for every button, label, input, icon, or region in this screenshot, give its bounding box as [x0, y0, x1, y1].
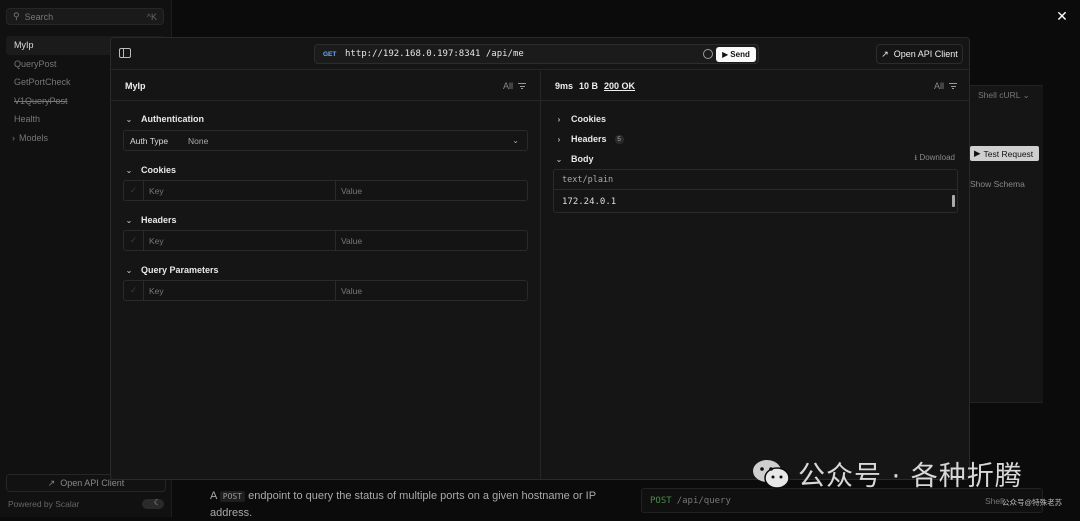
response-filter[interactable]: All	[934, 81, 957, 91]
modal-topbar: GET http://192.168.0.197:8341 /api/me ▶ S…	[111, 38, 969, 70]
search-shortcut: ^K	[146, 11, 157, 22]
chevron-down-icon: ⌄	[512, 136, 519, 145]
scrollbar[interactable]	[952, 195, 955, 207]
test-request-button[interactable]: ▶ Test Request	[970, 146, 1039, 161]
download-button[interactable]: ⭳ Download	[914, 152, 955, 166]
header-value-input[interactable]: Value	[336, 236, 527, 246]
endpoint-description: A POST endpoint to query the status of m…	[210, 490, 596, 519]
filter-icon	[949, 82, 957, 89]
chevron-right-icon: ›	[12, 132, 15, 143]
request-header: MyIp All	[111, 71, 540, 101]
play-icon: ▶	[722, 50, 729, 59]
search-icon: ⚲	[13, 11, 20, 21]
chevron-down-icon: ⌄	[1022, 90, 1030, 100]
chevron-down-icon: ⌄	[125, 265, 133, 275]
header-key-input[interactable]: Key	[144, 231, 336, 250]
chevron-down-icon: ⌄	[555, 154, 563, 164]
response-size: 10 B	[579, 80, 599, 91]
search-box[interactable]: ⚲ Search ^K	[6, 8, 164, 25]
check-icon[interactable]: ✓	[124, 181, 144, 200]
response-cookies-section[interactable]: › Cookies	[541, 112, 969, 126]
url-bar[interactable]: GET http://192.168.0.197:8341 /api/me ▶ S…	[314, 44, 759, 64]
download-icon: ⭳	[914, 153, 918, 162]
query-parameters-section[interactable]: ⌄ Query Parameters	[111, 263, 540, 277]
watermark-sub: 公众号@特殊老苏	[1002, 498, 1063, 507]
arrow-up-right-icon: ↗	[881, 48, 889, 59]
request-title: MyIp	[125, 80, 146, 91]
response-time: 9ms	[555, 80, 574, 91]
headers-section[interactable]: ⌄ Headers	[111, 213, 540, 227]
api-client-modal: GET http://192.168.0.197:8341 /api/me ▶ S…	[110, 37, 970, 480]
request-panel: MyIp All ⌄ Authentication Auth Type None …	[111, 71, 541, 479]
auth-type-select[interactable]: Auth Type None ⌄	[123, 130, 528, 151]
response-body-section[interactable]: ⌄ Body ⭳ Download	[541, 152, 969, 166]
chevron-down-icon: ⌄	[125, 165, 133, 175]
background-code-panel	[970, 85, 1043, 403]
wechat-logo-icon	[752, 459, 790, 489]
chevron-down-icon: ⌄	[125, 215, 133, 225]
response-body-content: 172.24.0.1	[554, 190, 957, 213]
send-button[interactable]: ▶ Send	[716, 47, 756, 62]
powered-by: Powered by Scalar	[8, 499, 80, 509]
sidebar-toggle-icon[interactable]	[119, 48, 131, 58]
authentication-section[interactable]: ⌄ Authentication	[111, 112, 540, 126]
chevron-right-icon: ›	[557, 134, 561, 144]
shell-curl-select[interactable]: Shell cURL ⌄	[978, 90, 1030, 101]
theme-toggle[interactable]	[142, 498, 164, 509]
cookies-section[interactable]: ⌄ Cookies	[111, 163, 540, 177]
request-filter[interactable]: All	[503, 81, 526, 91]
http-method[interactable]: GET	[323, 51, 345, 58]
chevron-down-icon: ⌄	[125, 114, 133, 124]
filter-icon	[518, 82, 526, 89]
header-row: ✓ Key Value	[123, 230, 528, 251]
history-icon[interactable]	[703, 49, 713, 59]
query-row: ✓ Key Value	[123, 280, 528, 301]
query-key-input[interactable]: Key	[144, 281, 336, 300]
search-label: Search	[24, 11, 54, 22]
check-icon[interactable]: ✓	[124, 231, 144, 250]
cookie-value-input[interactable]: Value	[336, 186, 527, 196]
close-icon[interactable]: ✕	[1054, 8, 1070, 24]
play-icon: ▶	[974, 148, 981, 158]
query-value-input[interactable]: Value	[336, 286, 527, 296]
open-api-client-button[interactable]: ↗ Open API Client	[876, 44, 963, 64]
arrow-up-right-icon: ↗	[47, 477, 56, 488]
response-panel: 9ms 10 B 200 OK All › Cookies › Headers 5 ⌄…	[541, 71, 969, 479]
chevron-right-icon: ›	[557, 114, 561, 124]
content-type: text/plain	[554, 170, 957, 190]
response-headers-section[interactable]: › Headers 5	[541, 132, 969, 146]
cookie-row: ✓ Key Value	[123, 180, 528, 201]
watermark: 公众号 · 各种折腾	[752, 454, 1023, 493]
headers-count-badge: 5	[614, 134, 624, 144]
check-icon[interactable]: ✓	[124, 281, 144, 300]
cookie-key-input[interactable]: Key	[144, 181, 336, 200]
response-body-box: text/plain 172.24.0.1	[553, 169, 958, 213]
url-input[interactable]: http://192.168.0.197:8341 /api/me	[345, 49, 524, 59]
response-status[interactable]: 200 OK	[604, 81, 635, 91]
show-schema-toggle[interactable]: Show Schema	[970, 179, 1025, 189]
response-header: 9ms 10 B 200 OK All	[541, 71, 969, 101]
